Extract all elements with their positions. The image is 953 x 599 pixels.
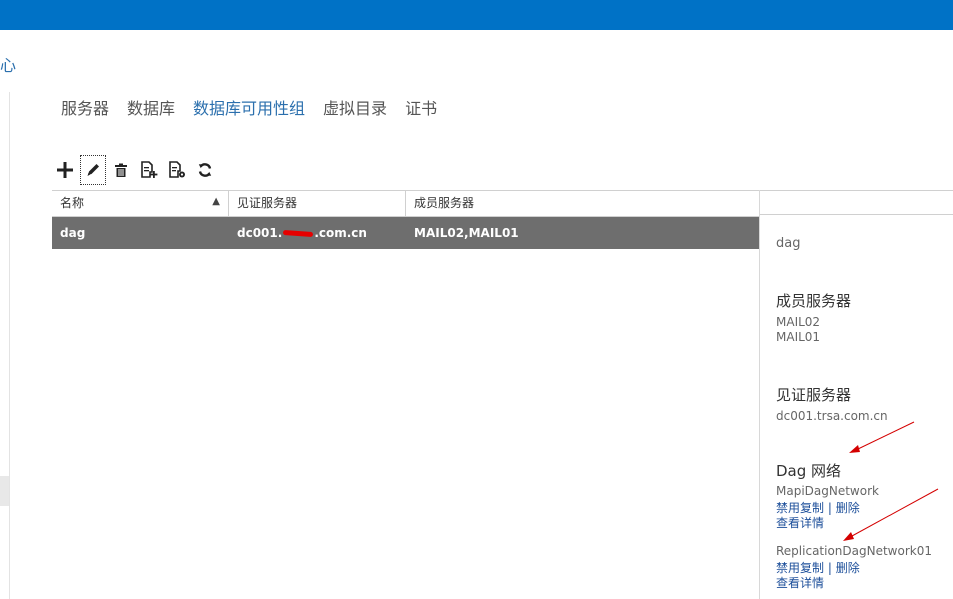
annotation-arrowhead — [843, 532, 854, 541]
annotation-arrow-line — [851, 488, 939, 537]
annotation-arrowhead — [849, 445, 860, 453]
annotation-arrow-line — [857, 421, 915, 450]
annotation-arrows — [843, 421, 939, 541]
